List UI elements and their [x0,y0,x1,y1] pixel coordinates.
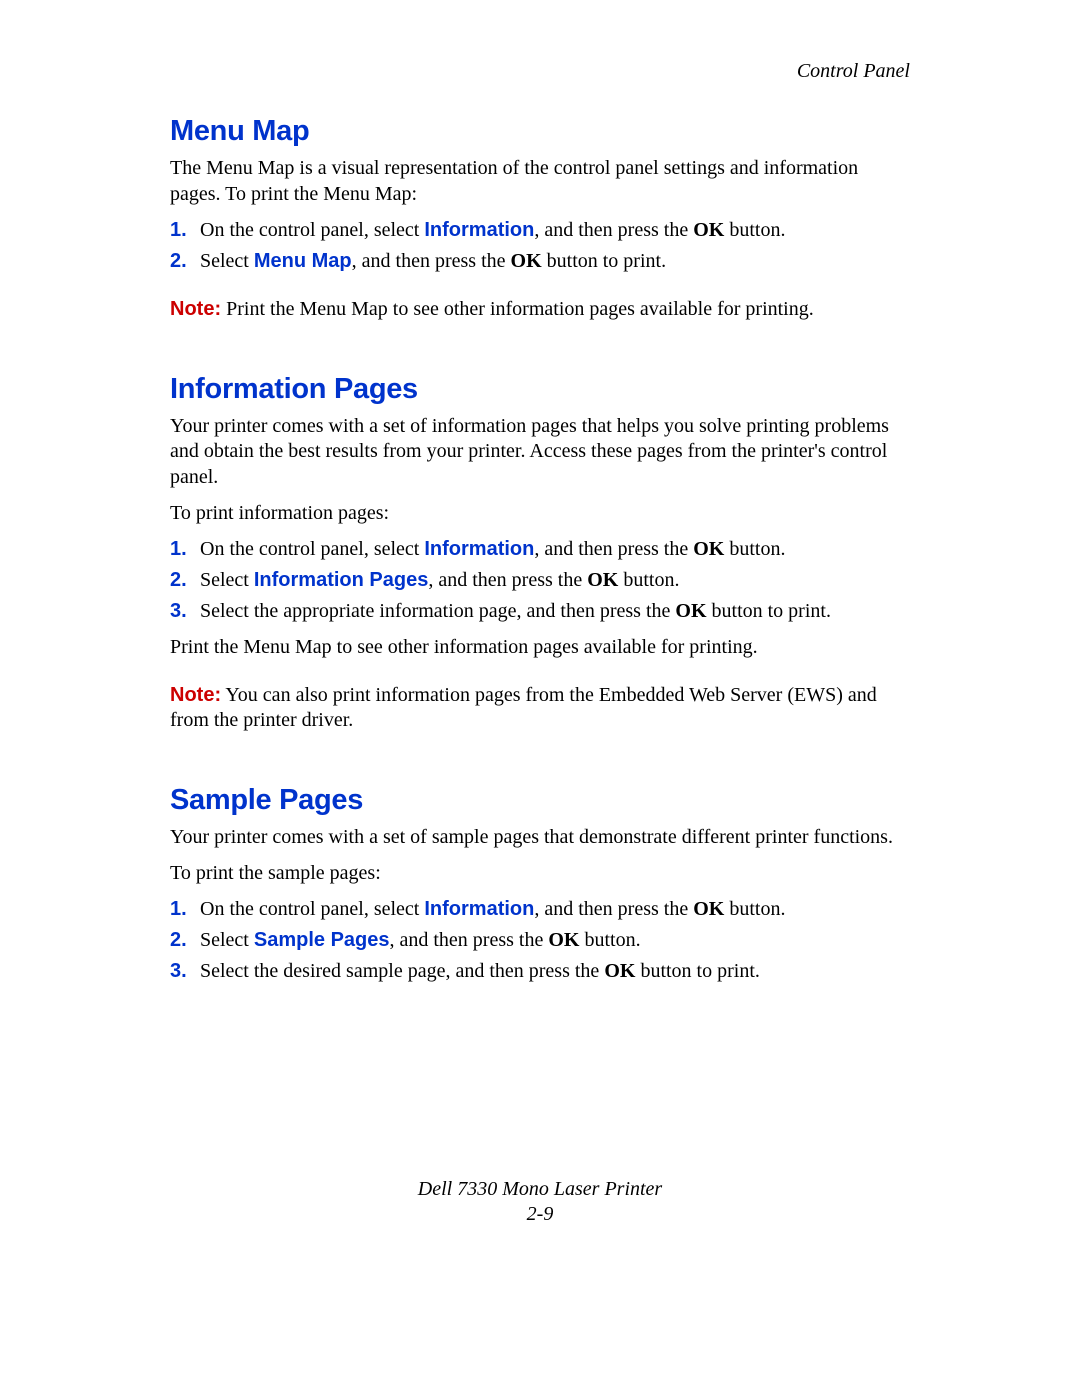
ok-button-label: OK [693,898,724,920]
step-text: button to print. [707,600,831,622]
step-text: Select [200,250,254,272]
ok-button-label: OK [511,250,542,272]
ok-button-label: OK [587,569,618,591]
step-number: 2. [170,248,200,275]
paragraph: Your printer comes with a set of informa… [170,414,910,491]
step-item: 3.Select the desired sample page, and th… [170,958,910,985]
ok-button-label: OK [693,538,724,560]
step-text: , and then press the [428,569,587,591]
paragraph: To print information pages: [170,501,910,527]
note-label: Note: [170,298,221,320]
step-text: , and then press the [390,929,549,951]
step-text: , and then press the [534,219,693,241]
step-text: button. [724,538,785,560]
step-text: button. [724,219,785,241]
step-item: 2.Select Information Pages, and then pre… [170,567,910,594]
step-number: 3. [170,598,200,625]
running-head: Control Panel [170,60,910,83]
step-item: 2.Select Sample Pages, and then press th… [170,927,910,954]
step-text: button. [618,569,679,591]
steps-sample-pages: 1.On the control panel, select Informati… [170,896,910,985]
menu-link: Information Pages [254,569,428,591]
step-number: 1. [170,536,200,563]
step-text: Select [200,929,254,951]
heading-sample-pages: Sample Pages [170,784,910,817]
step-text: Select [200,569,254,591]
step-text: button. [724,898,785,920]
note-text: You can also print information pages fro… [170,684,877,732]
menu-link: Sample Pages [254,929,390,951]
step-text: Select the desired sample page, and then… [200,960,604,982]
step-item: 3.Select the appropriate information pag… [170,598,910,625]
footer-title: Dell 7330 Mono Laser Printer [0,1177,1080,1202]
step-text: Select the appropriate information page,… [200,600,675,622]
step-text: , and then press the [352,250,511,272]
step-item: 1.On the control panel, select Informati… [170,217,910,244]
step-text: button to print. [542,250,666,272]
paragraph: To print the sample pages: [170,861,910,887]
note: Note: You can also print information pag… [170,683,910,734]
ok-button-label: OK [604,960,635,982]
step-text: button. [579,929,640,951]
ok-button-label: OK [548,929,579,951]
footer-pagenum: 2-9 [0,1202,1080,1227]
paragraph: Your printer comes with a set of sample … [170,825,910,851]
menu-link: Information [424,538,534,560]
note: Note: Print the Menu Map to see other in… [170,297,910,323]
step-number: 3. [170,958,200,985]
step-item: 2.Select Menu Map, and then press the OK… [170,248,910,275]
step-number: 2. [170,567,200,594]
menu-link: Information [424,219,534,241]
page-footer: Dell 7330 Mono Laser Printer 2-9 [0,1177,1080,1227]
step-number: 2. [170,927,200,954]
heading-menu-map: Menu Map [170,115,910,148]
menu-link: Information [424,898,534,920]
step-number: 1. [170,896,200,923]
step-item: 1.On the control panel, select Informati… [170,536,910,563]
steps-info-pages: 1.On the control panel, select Informati… [170,536,910,625]
note-label: Note: [170,684,221,706]
step-text: button to print. [635,960,759,982]
heading-information-pages: Information Pages [170,373,910,406]
step-item: 1.On the control panel, select Informati… [170,896,910,923]
step-text: , and then press the [534,898,693,920]
note-text: Print the Menu Map to see other informat… [221,298,814,320]
ok-button-label: OK [675,600,706,622]
paragraph: The Menu Map is a visual representation … [170,156,910,207]
step-text: On the control panel, select [200,219,424,241]
step-text: , and then press the [534,538,693,560]
steps-menu-map: 1.On the control panel, select Informati… [170,217,910,275]
step-number: 1. [170,217,200,244]
paragraph: Print the Menu Map to see other informat… [170,635,910,661]
menu-link: Menu Map [254,250,352,272]
step-text: On the control panel, select [200,898,424,920]
step-text: On the control panel, select [200,538,424,560]
ok-button-label: OK [693,219,724,241]
